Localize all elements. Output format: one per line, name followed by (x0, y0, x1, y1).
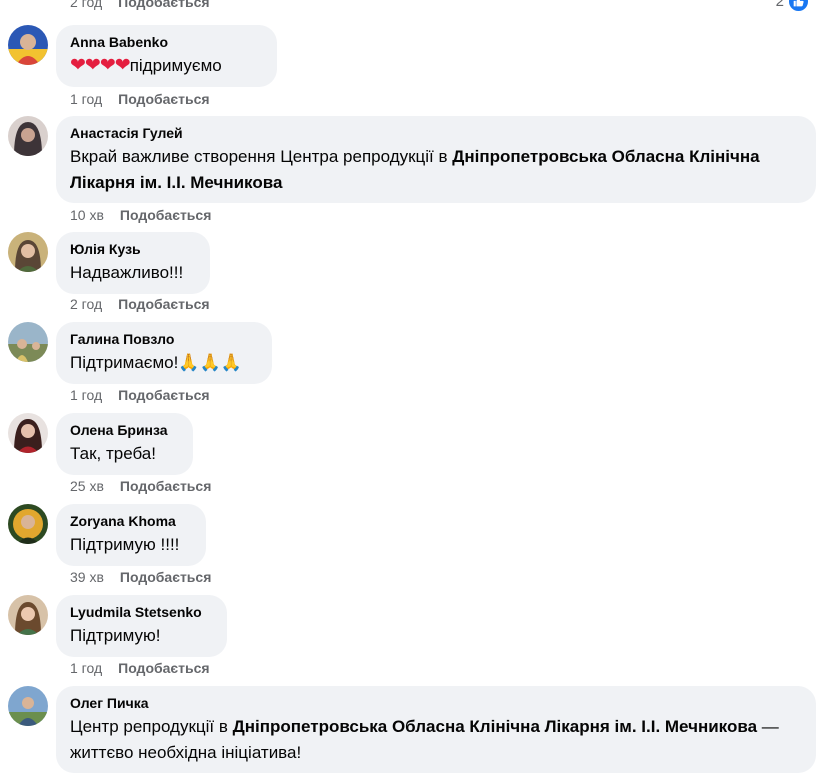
avatar[interactable] (8, 413, 48, 453)
like-button[interactable]: Подобається (118, 91, 209, 107)
like-button[interactable]: Подобається (118, 296, 209, 312)
comment-bubble: Олена Бринза Так, треба! (56, 413, 193, 475)
comment-bubble: Галина Повзло Підтримаємо!🙏🙏🙏 (56, 322, 272, 384)
comment-bubble: Zoryana Khoma Підтримую !!!! (56, 504, 206, 566)
thumbs-up-icon (787, 0, 810, 13)
comment-time[interactable]: 1 год (70, 660, 102, 676)
comment-text: Підтримую !!!! (70, 535, 180, 554)
like-button[interactable]: Подобається (120, 478, 211, 494)
comment-author[interactable]: Zoryana Khoma (70, 512, 192, 530)
comment-bubble: Юлія Кузь Надважливо!!! (56, 232, 210, 294)
comment-text: Підтримую! (70, 626, 161, 645)
comment-text: Вкрай важливе створення Центра репродукц… (70, 147, 760, 192)
avatar[interactable] (8, 504, 48, 544)
comment-time[interactable]: 10 хв (70, 207, 104, 223)
avatar[interactable] (8, 25, 48, 65)
comment-author[interactable]: Галина Повзло (70, 330, 258, 348)
avatar[interactable] (8, 686, 48, 726)
avatar[interactable] (8, 595, 48, 635)
praying-hands-emoji: 🙏🙏🙏 (178, 353, 242, 372)
comment-author[interactable]: Anna Babenko (70, 33, 263, 51)
comment-author[interactable]: Олег Пичка (70, 694, 802, 712)
comment-text: Підтримаємо!🙏🙏🙏 (70, 353, 242, 372)
avatar[interactable] (8, 232, 48, 272)
reaction-summary[interactable]: 2 (776, 0, 810, 13)
comment-time[interactable]: 39 хв (70, 569, 104, 585)
like-button[interactable]: Подобається (118, 0, 209, 10)
comment-bubble: Anna Babenko ❤❤❤❤підримуємо (56, 25, 277, 87)
comment-author[interactable]: Юлія Кузь (70, 240, 196, 258)
reaction-count: 2 (775, 0, 784, 10)
comment-author[interactable]: Lyudmila Stetsenko (70, 603, 213, 621)
comment-author[interactable]: Олена Бринза (70, 421, 179, 439)
comment-author[interactable]: Анастасія Гулей (70, 124, 802, 142)
comment-text: Надважливо!!! (70, 263, 184, 282)
comment-text: ❤❤❤❤підримуємо (70, 55, 222, 76)
comment-time[interactable]: 1 год (70, 91, 102, 107)
like-button[interactable]: Подобається (120, 207, 211, 223)
like-button[interactable]: Подобається (118, 660, 209, 676)
comment-bubble: Lyudmila Stetsenko Підтримую! (56, 595, 227, 657)
comment-time[interactable]: 25 хв (70, 478, 104, 494)
comment-text: Центр репродукції в Дніпропетровська Обл… (70, 717, 779, 762)
previous-comment-actions: 2 год Подобається 2 (0, 0, 834, 14)
avatar[interactable] (8, 322, 48, 362)
mention-link[interactable]: Дніпропетровська Обласна Клінічна Лікарн… (233, 717, 757, 736)
like-button[interactable]: Подобається (120, 569, 211, 585)
comment-time[interactable]: 1 год (70, 387, 102, 403)
like-button[interactable]: Подобається (118, 387, 209, 403)
avatar[interactable] (8, 116, 48, 156)
comment-time[interactable]: 2 год (70, 296, 102, 312)
comment-time[interactable]: 2 год (70, 0, 102, 10)
comment-bubble: Анастасія Гулей Вкрай важливе створення … (56, 116, 816, 203)
comment-text: Так, треба! (70, 444, 156, 463)
heart-emoji: ❤❤❤❤ (70, 55, 131, 76)
comment-bubble: Олег Пичка Центр репродукції в Дніпропет… (56, 686, 816, 773)
